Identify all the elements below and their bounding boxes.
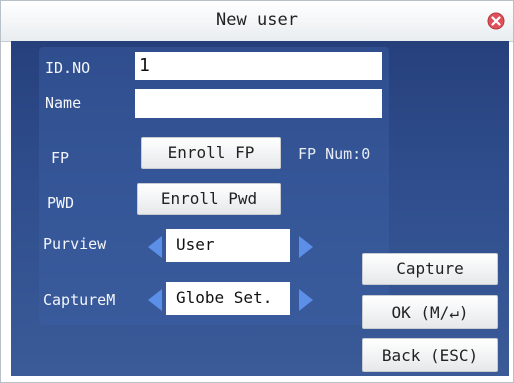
right-arrow-icon[interactable] (299, 236, 313, 258)
new-user-window: New user ID.NO 1 Name FP Enroll FP FP Nu… (0, 0, 514, 383)
form-screen: ID.NO 1 Name FP Enroll FP FP Num:0 PWD E… (11, 41, 509, 376)
name-field[interactable] (135, 89, 382, 118)
fp-label: FP (51, 149, 70, 167)
purview-label: Purview (43, 235, 107, 253)
close-icon[interactable] (487, 12, 505, 30)
pwd-label: PWD (47, 194, 75, 212)
capture-mode-label: CaptureM (43, 291, 116, 309)
right-arrow-icon[interactable] (299, 289, 313, 311)
ok-button[interactable]: OK (M/↵) (362, 295, 498, 329)
name-label: Name (45, 94, 82, 112)
back-button[interactable]: Back (ESC) (362, 338, 498, 372)
enroll-fp-button[interactable]: Enroll FP (141, 137, 281, 169)
left-arrow-icon[interactable] (148, 236, 162, 258)
fp-num-text: FP Num:0 (298, 145, 371, 163)
title-bar: New user (1, 1, 513, 42)
window-title: New user (216, 10, 298, 30)
capture-button[interactable]: Capture (362, 253, 498, 285)
capture-mode-select[interactable]: Globe Set. (166, 282, 290, 315)
purview-select[interactable]: User (166, 229, 290, 262)
left-arrow-icon[interactable] (148, 289, 162, 311)
id-label: ID.NO (45, 59, 91, 77)
enroll-pwd-button[interactable]: Enroll Pwd (137, 183, 281, 215)
id-field[interactable]: 1 (135, 52, 382, 80)
